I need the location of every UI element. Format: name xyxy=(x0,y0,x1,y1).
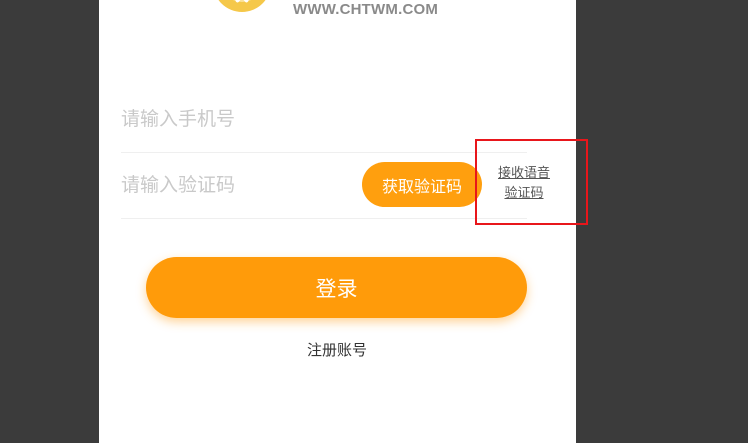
site-url-text: WWW.CHTWM.COM xyxy=(293,1,439,18)
annotation-highlight-box xyxy=(475,139,588,225)
phone-field-row xyxy=(121,86,527,153)
login-button[interactable]: 登录 xyxy=(146,257,527,318)
verification-code-input[interactable] xyxy=(121,152,351,218)
register-link[interactable]: 注册账号 xyxy=(280,339,394,360)
brand-logo-icon xyxy=(213,0,279,20)
get-code-button[interactable]: 获取验证码 xyxy=(362,162,482,207)
phone-input[interactable] xyxy=(121,86,351,152)
